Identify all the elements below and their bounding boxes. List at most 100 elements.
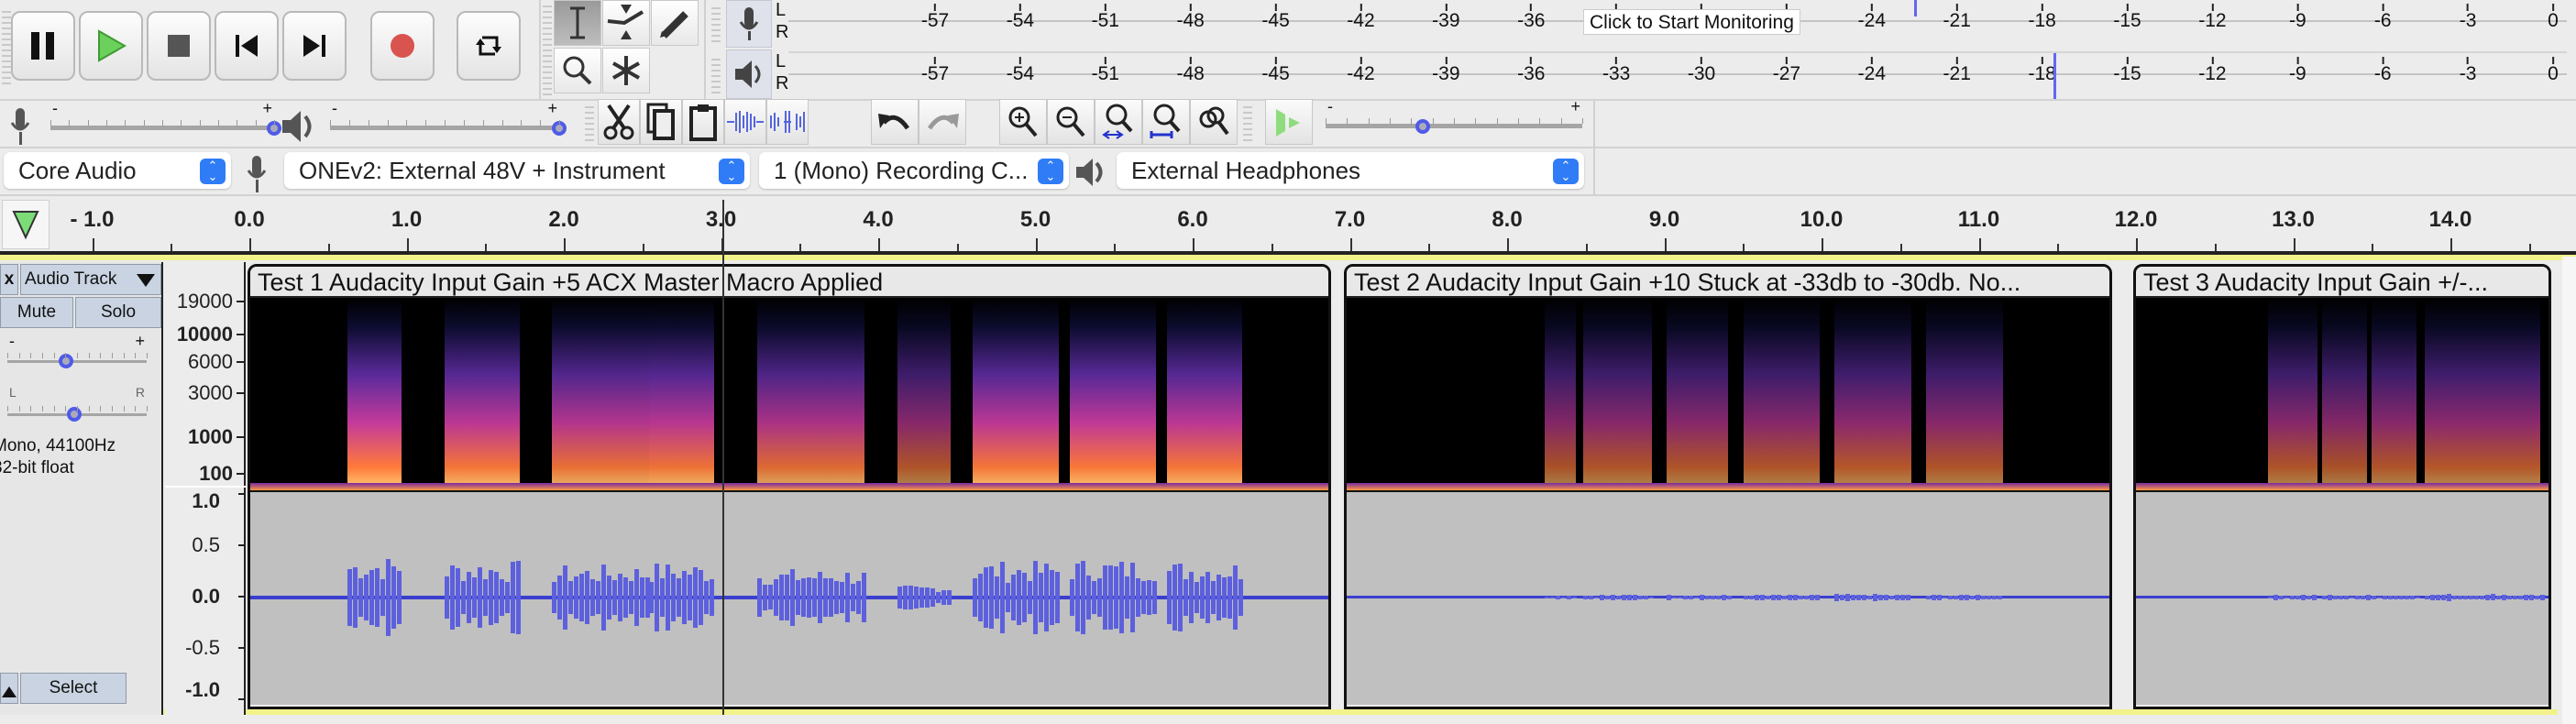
playback-volume-slider[interactable]: - + [330,99,567,139]
amplitude-label: 1.0 [192,489,220,512]
select-track-button[interactable]: Select [20,673,127,704]
solo-button[interactable]: Solo [75,297,161,328]
play-button[interactable] [79,11,143,81]
waveform-view[interactable] [1347,492,2109,705]
audio-host-select[interactable]: Core Audio ⌃ ⌄ [4,152,231,189]
envelope-tool-button[interactable] [602,0,650,46]
collapse-track-button[interactable] [0,673,18,704]
recording-device-select[interactable]: ONEv2: External 48V + Instrument ⌃ ⌄ [284,152,750,189]
clip-title[interactable]: Test 1 Audacity Input Gain +5 ACX Master… [250,267,1328,298]
waveform-sample [2518,595,2523,600]
playback-meter-grip[interactable] [711,55,721,95]
multi-tool-button[interactable] [602,48,650,93]
waveform-sample [1010,575,1016,620]
zoom-tool-button[interactable] [554,48,601,93]
trim-audio-button[interactable] [724,99,766,145]
waveform-sample [1716,595,1722,600]
meter-tick-label: -15 [2113,4,2141,30]
meter-tick-label: -3 [2460,4,2477,30]
tools-toolbar-grip[interactable] [543,2,552,97]
play-at-speed-grip[interactable] [1243,103,1252,143]
edit-toolbar-grip[interactable] [585,103,594,143]
spectrogram-energy [1834,298,1911,490]
waveform-sample [2301,595,2306,600]
ruler-tick-label: 0.0 [234,207,265,232]
loop-button[interactable] [457,11,521,81]
audio-clip[interactable]: Test 2 Audacity Input Gain +10 Stuck at … [1344,264,2112,709]
track-pan-slider[interactable]: L R [7,385,148,425]
track-menu-button[interactable]: Audio Track [20,264,161,295]
playback-meter-button[interactable] [726,49,772,99]
pause-button[interactable] [11,11,75,81]
slider-thumb[interactable] [66,407,82,422]
waveform-sample [1727,595,1733,600]
waveform-sample [688,575,693,620]
undo-button[interactable] [871,99,919,145]
ruler-tick-label: - 1.0 [70,207,115,232]
spectrogram-view[interactable] [250,298,1328,492]
close-track-button[interactable]: x [0,264,18,295]
mute-button[interactable]: Mute [0,297,73,328]
fit-project-button[interactable] [1142,99,1190,145]
playback-meter[interactable]: -57 -54 -51 -48 -45 -42 -39 -36 -33 -30 -27 -24 -21-… [788,51,2567,99]
spectrogram-view[interactable] [2136,298,2548,492]
draw-tool-button[interactable] [651,0,699,46]
clip-title[interactable]: Test 2 Audacity Input Gain +10 Stuck at … [1347,267,2109,298]
track-gain-slider[interactable]: - + [7,332,148,372]
meter-tick-label: -51 [1092,57,1119,83]
playback-device-select[interactable]: External Headphones ⌃ ⌄ [1117,152,1584,189]
waveform-sample [999,561,1005,634]
skip-to-end-button[interactable] [282,11,347,81]
waveform-sample [1781,595,1787,600]
waveform-view[interactable] [2136,492,2548,705]
zoom-in-button[interactable] [999,99,1047,145]
clip-title[interactable]: Test 3 Audacity Input Gain +/-... [2136,267,2548,298]
ruler-tick-label: 3.0 [705,207,737,232]
timeline-ruler[interactable]: - 1.0 0.0 1.0 2.0 3.0 4.0 5.0 6.0 7.0 8.0 9.0 10.0 1… [51,198,2576,253]
zoom-out-button[interactable] [1047,99,1095,145]
waveform-sample [1987,596,1992,599]
waveform-sample [1856,594,1862,601]
audio-clip[interactable]: Test 3 Audacity Input Gain +/-... [2133,264,2551,709]
speaker-icon [735,60,761,88]
start-monitoring-hint[interactable]: Click to Start Monitoring [1583,9,1800,35]
recording-volume-slider[interactable]: - + [50,99,281,139]
waveform-sample [704,580,710,615]
stop-button[interactable] [147,11,211,81]
timeline-options-button[interactable] [2,200,50,249]
play-at-speed-button[interactable] [1265,99,1313,145]
spectrogram-energy [1926,298,2003,490]
recording-meter-grip[interactable] [711,4,721,44]
fit-selection-button[interactable] [1095,99,1142,145]
cut-button[interactable] [598,99,640,145]
recording-channels-select[interactable]: 1 (Mono) Recording C... ⌃ ⌄ [759,152,1069,189]
waveform-sample [1124,576,1129,619]
spectrogram-energy [552,298,650,490]
silence-audio-button[interactable] [766,99,809,145]
zoom-toggle-button[interactable] [1190,99,1238,145]
ruler-tick-label: 6.0 [1177,207,1208,232]
waveform-sample [800,578,806,617]
spectrogram-view[interactable] [1347,298,2109,492]
waveform-sample [2480,596,2484,599]
paste-button[interactable] [682,99,724,145]
waveform-sample [924,587,930,608]
redo-button[interactable] [919,99,966,145]
copy-button[interactable] [640,99,682,145]
meter-tick-label: -9 [2289,57,2306,83]
audio-clip[interactable]: Test 1 Audacity Input Gain +5 ACX Master… [248,264,1331,709]
selection-tool-button[interactable] [554,0,601,46]
record-button[interactable] [370,11,435,81]
playback-speed-slider[interactable]: - + [1326,97,1583,137]
meter-tick-label: -48 [1176,4,1204,30]
recording-meter-button[interactable] [726,0,772,48]
slider-thumb[interactable] [1415,119,1431,134]
track-control-panel: x Audio Track Mute Solo - + L R Mono, 44… [0,262,163,715]
waveform-view[interactable] [250,492,1328,705]
transport-toolbar-grip[interactable] [2,7,11,84]
skip-to-start-button[interactable] [215,11,279,81]
vertical-scrollbar[interactable] [2562,257,2576,724]
waveform-sample [2295,596,2300,599]
waveform-sample [671,573,677,622]
ruler-tick-label: 8.0 [1492,207,1523,232]
